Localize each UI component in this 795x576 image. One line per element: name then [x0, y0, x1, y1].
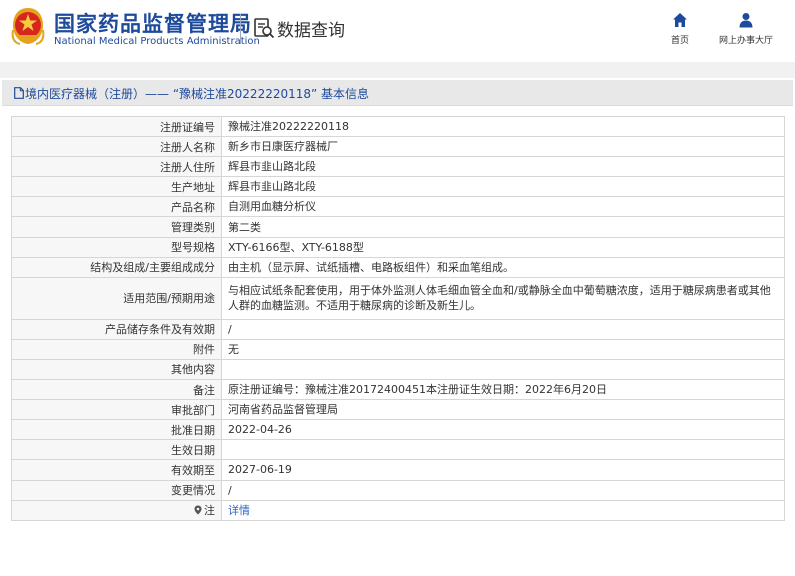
table-row: 备注 原注册证编号：豫械注准20172400451本注册证生效日期：2022年6…: [11, 379, 785, 401]
row-value: 新乡市日康医疗器械厂: [221, 136, 785, 158]
row-value: XTY-6166型、XTY-6188型: [221, 236, 785, 258]
row-label: 管理类别: [11, 216, 222, 238]
row-label: 批准日期: [11, 419, 222, 441]
row-value: 无: [221, 338, 785, 360]
row-value: 河南省药品监督管理局: [221, 399, 785, 421]
row-value: 2027-06-19: [221, 459, 785, 481]
user-icon: [739, 13, 753, 28]
details-link[interactable]: 详情: [228, 504, 250, 517]
nav-home-label: 首页: [670, 36, 689, 46]
row-label: 其他内容: [11, 358, 222, 381]
row-label: 备注: [11, 379, 222, 401]
row-label: 适用范围/预期用途: [11, 276, 222, 320]
table-row: 注 详情: [11, 499, 785, 521]
row-label: 附件: [11, 338, 222, 360]
row-value: 详情: [221, 499, 785, 521]
table-row: 生效日期: [11, 439, 785, 461]
row-label: 注: [204, 504, 215, 518]
national-emblem-icon: [11, 8, 45, 45]
note-label-cell: 注: [11, 499, 222, 521]
row-label: 注册人住所: [11, 156, 222, 178]
row-value: 由主机（显示屏、试纸插槽、电路板组件）和采血笔组成。: [221, 256, 785, 278]
section-title-bar: 境内医疗器械（注册）—— “豫械注准20222220118” 基本信息: [2, 80, 793, 106]
table-row: 适用范围/预期用途 与相应试纸条配套使用，用于体外监测人体毛细血管全血和/或静脉…: [11, 276, 785, 320]
header-band: [0, 62, 795, 78]
row-value: 2022-04-26: [221, 419, 785, 441]
row-label: 注册人名称: [11, 136, 222, 158]
row-value: 与相应试纸条配套使用，用于体外监测人体毛细血管全血和/或静脉全血中葡萄糖浓度，适…: [221, 276, 785, 320]
row-label: 生效日期: [11, 439, 222, 461]
row-label: 产品储存条件及有效期: [11, 318, 222, 340]
row-value: [221, 358, 785, 381]
table-row: 注册证编号 豫械注准20222220118: [11, 115, 785, 138]
table-row: 注册人住所 辉县市韭山路北段: [11, 156, 785, 178]
row-label: 生产地址: [11, 176, 222, 198]
nav-online-office-label: 网上办事大厅: [718, 36, 773, 46]
row-value: 豫械注准20222220118: [221, 115, 785, 138]
table-row: 其他内容: [11, 358, 785, 381]
row-label: 审批部门: [11, 399, 222, 421]
row-label: 注册证编号: [11, 115, 222, 138]
table-row: 注册人名称 新乡市日康医疗器械厂: [11, 136, 785, 158]
row-value: /: [221, 479, 785, 501]
row-value: 辉县市韭山路北段: [221, 156, 785, 178]
row-value: 辉县市韭山路北段: [221, 176, 785, 198]
row-label: 变更情况: [11, 479, 222, 501]
home-icon: [673, 13, 687, 27]
document-icon: [14, 87, 24, 99]
data-query-title: 数据查询: [277, 21, 345, 41]
nav-online-office-button[interactable]: 网上办事大厅: [712, 12, 780, 50]
row-value: 第二类: [221, 216, 785, 238]
site-header: 国家药品监督管理局 National Medical Products Admi…: [0, 0, 795, 62]
nav-home-button[interactable]: 首页: [660, 12, 700, 50]
row-label: 结构及组成/主要组成成分: [11, 256, 222, 278]
table-row: 管理类别 第二类: [11, 216, 785, 238]
row-label: 有效期至: [11, 459, 222, 481]
table-row: 有效期至 2027-06-19: [11, 459, 785, 481]
row-value: 原注册证编号：豫械注准20172400451本注册证生效日期：2022年6月20…: [221, 379, 785, 401]
registration-info-table: 注册证编号 豫械注准20222220118 注册人名称 新乡市日康医疗器械厂 注…: [11, 115, 785, 521]
header-divider: [240, 14, 241, 44]
table-row: 结构及组成/主要组成成分 由主机（显示屏、试纸插槽、电路板组件）和采血笔组成。: [11, 256, 785, 278]
org-name-en: National Medical Products Administration: [54, 36, 260, 47]
location-pin-icon: [194, 505, 202, 515]
table-row: 附件 无: [11, 338, 785, 360]
table-row: 变更情况 /: [11, 479, 785, 501]
row-label: 产品名称: [11, 196, 222, 218]
row-label: 型号规格: [11, 236, 222, 258]
data-search-icon: [254, 18, 275, 39]
table-row: 生产地址 辉县市韭山路北段: [11, 176, 785, 198]
table-row: 型号规格 XTY-6166型、XTY-6188型: [11, 236, 785, 258]
row-value: /: [221, 318, 785, 340]
row-value: 自测用血糖分析仪: [221, 196, 785, 218]
section-title: 境内医疗器械（注册）—— “豫械注准20222220118” 基本信息: [25, 87, 370, 101]
table-row: 产品储存条件及有效期 /: [11, 318, 785, 340]
table-row: 审批部门 河南省药品监督管理局: [11, 399, 785, 421]
table-row: 批准日期 2022-04-26: [11, 419, 785, 441]
row-value: [221, 439, 785, 461]
org-name-cn: 国家药品监督管理局: [54, 12, 252, 36]
table-row: 产品名称 自测用血糖分析仪: [11, 196, 785, 218]
